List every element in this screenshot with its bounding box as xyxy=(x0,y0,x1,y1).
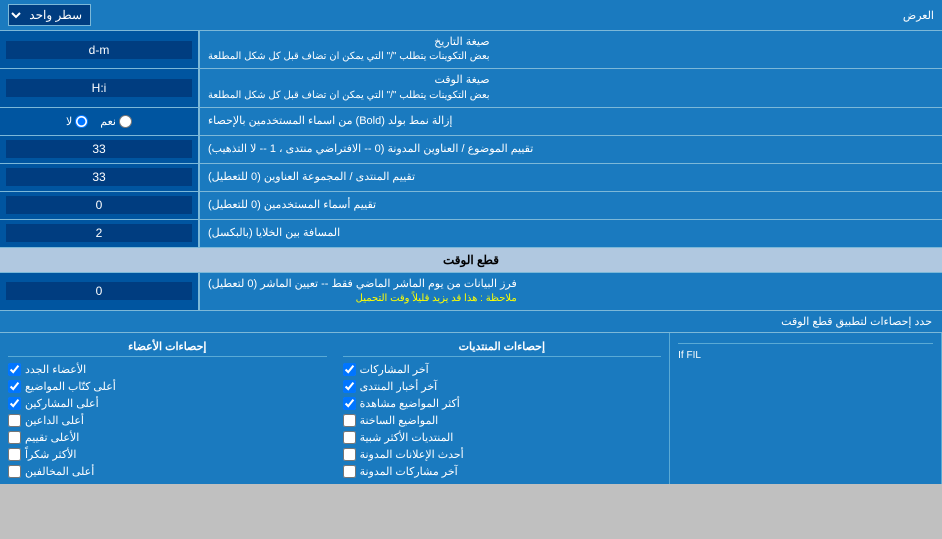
users-sort-row: تقييم أسماء المستخدمين (0 للتعطيل) xyxy=(0,192,942,220)
time-cut-section-header: قطع الوقت xyxy=(0,248,942,273)
date-format-input[interactable] xyxy=(6,41,192,59)
forum-stat-0-checkbox[interactable] xyxy=(343,363,356,376)
forum-stat-4-checkbox[interactable] xyxy=(343,431,356,444)
empty-col: If FIL xyxy=(670,333,942,484)
member-stat-6-checkbox[interactable] xyxy=(8,465,21,478)
forum-stat-1-checkbox[interactable] xyxy=(343,380,356,393)
forum-stats-header: إحصاءات المنتديات xyxy=(343,337,662,357)
forum-stat-2-checkbox[interactable] xyxy=(343,397,356,410)
forum-stat-6-checkbox[interactable] xyxy=(343,465,356,478)
forum-group-sort-input-wrapper[interactable] xyxy=(0,164,200,191)
display-select-wrapper[interactable]: سطر واحد xyxy=(8,4,91,26)
date-format-input-wrapper[interactable] xyxy=(0,31,200,68)
users-sort-input[interactable] xyxy=(6,196,192,214)
forum-stat-4: المنتديات الأكثر شبية xyxy=(343,429,662,446)
time-cut-label: فرز البيانات من يوم الماشر الماضي فقط --… xyxy=(200,273,942,310)
bold-remove-no-radio[interactable] xyxy=(75,115,88,128)
forum-group-sort-input[interactable] xyxy=(6,168,192,186)
member-stat-2-checkbox[interactable] xyxy=(8,397,21,410)
member-stat-4: الأعلى تقييم xyxy=(8,429,327,446)
member-stats-col: إحصاءات الأعضاء الأعضاء الجدد أعلى كتّاب… xyxy=(0,333,335,484)
bold-remove-input-wrapper: نعم لا xyxy=(0,108,200,135)
cell-distance-row: المسافة بين الخلايا (بالبكسل) xyxy=(0,220,942,248)
display-row: العرض سطر واحد xyxy=(0,0,942,31)
checkboxes-container: If FIL إحصاءات المنتديات آخر المشاركات آ… xyxy=(0,333,942,484)
forum-stat-5-checkbox[interactable] xyxy=(343,448,356,461)
forum-stats-col: إحصاءات المنتديات آخر المشاركات آخر أخبا… xyxy=(335,333,671,484)
apply-stats-label: حدد إحصاءات لتطبيق قطع الوقت xyxy=(0,311,942,333)
time-cut-input-wrapper[interactable] xyxy=(0,273,200,310)
bold-remove-radio-group: نعم لا xyxy=(58,112,140,131)
users-sort-label: تقييم أسماء المستخدمين (0 للتعطيل) xyxy=(200,192,942,219)
display-select[interactable]: سطر واحد xyxy=(8,4,91,26)
cell-distance-input[interactable] xyxy=(6,224,192,242)
bold-remove-row: إزالة نمط بولد (Bold) من اسماء المستخدمي… xyxy=(0,108,942,136)
member-stat-5-checkbox[interactable] xyxy=(8,448,21,461)
time-cut-input[interactable] xyxy=(6,282,192,300)
time-format-label: صيغة الوقت بعض التكوينات يتطلب "/" التي … xyxy=(200,69,942,106)
forum-sort-input[interactable] xyxy=(6,140,192,158)
forum-group-sort-label: تقييم المنتدى / المجموعة العناوين (0 للت… xyxy=(200,164,942,191)
member-stat-1: أعلى كتّاب المواضيع xyxy=(8,378,327,395)
bold-remove-yes-label[interactable]: نعم xyxy=(100,115,132,128)
member-stat-3-checkbox[interactable] xyxy=(8,414,21,427)
cell-distance-input-wrapper[interactable] xyxy=(0,220,200,247)
empty-header xyxy=(678,337,933,344)
bold-remove-no-text: لا xyxy=(66,115,72,128)
forum-stat-3: المواضيع الساخنة xyxy=(343,412,662,429)
member-stat-0-checkbox[interactable] xyxy=(8,363,21,376)
member-stat-0: الأعضاء الجدد xyxy=(8,361,327,378)
forum-stat-0: آخر المشاركات xyxy=(343,361,662,378)
member-stat-2: أعلى المشاركين xyxy=(8,395,327,412)
time-format-row: صيغة الوقت بعض التكوينات يتطلب "/" التي … xyxy=(0,69,942,107)
bold-remove-no-label[interactable]: لا xyxy=(66,115,88,128)
forum-group-sort-row: تقييم المنتدى / المجموعة العناوين (0 للت… xyxy=(0,164,942,192)
member-stat-6: أعلى المخالفين xyxy=(8,463,327,480)
date-format-row: صيغة التاريخ بعض التكوينات يتطلب "/" الت… xyxy=(0,31,942,69)
bold-remove-label: إزالة نمط بولد (Bold) من اسماء المستخدمي… xyxy=(200,108,942,135)
display-label: العرض xyxy=(91,9,934,22)
cell-distance-label: المسافة بين الخلايا (بالبكسل) xyxy=(200,220,942,247)
time-cut-row: فرز البيانات من يوم الماشر الماضي فقط --… xyxy=(0,273,942,311)
bold-remove-yes-radio[interactable] xyxy=(119,115,132,128)
forum-stat-5: أحدث الإعلانات المدونة xyxy=(343,446,662,463)
forum-sort-input-wrapper[interactable] xyxy=(0,136,200,163)
forum-stat-6: آخر مشاركات المدونة xyxy=(343,463,662,480)
time-format-input[interactable] xyxy=(6,79,192,97)
users-sort-input-wrapper[interactable] xyxy=(0,192,200,219)
member-stats-header: إحصاءات الأعضاء xyxy=(8,337,327,357)
forum-sort-row: تقييم الموضوع / العناوين المدونة (0 -- ا… xyxy=(0,136,942,164)
member-stat-5: الأكثر شكراً xyxy=(8,446,327,463)
forum-sort-label: تقييم الموضوع / العناوين المدونة (0 -- ا… xyxy=(200,136,942,163)
time-format-input-wrapper[interactable] xyxy=(0,69,200,106)
forum-stat-3-checkbox[interactable] xyxy=(343,414,356,427)
forum-stat-2: أكثر المواضيع مشاهدة xyxy=(343,395,662,412)
forum-stat-1: آخر أخبار المنتدى xyxy=(343,378,662,395)
if-fil-item: If FIL xyxy=(678,348,933,363)
member-stat-4-checkbox[interactable] xyxy=(8,431,21,444)
member-stat-1-checkbox[interactable] xyxy=(8,380,21,393)
bold-remove-yes-text: نعم xyxy=(100,115,116,128)
member-stat-3: أعلى الداعين xyxy=(8,412,327,429)
date-format-label: صيغة التاريخ بعض التكوينات يتطلب "/" الت… xyxy=(200,31,942,68)
